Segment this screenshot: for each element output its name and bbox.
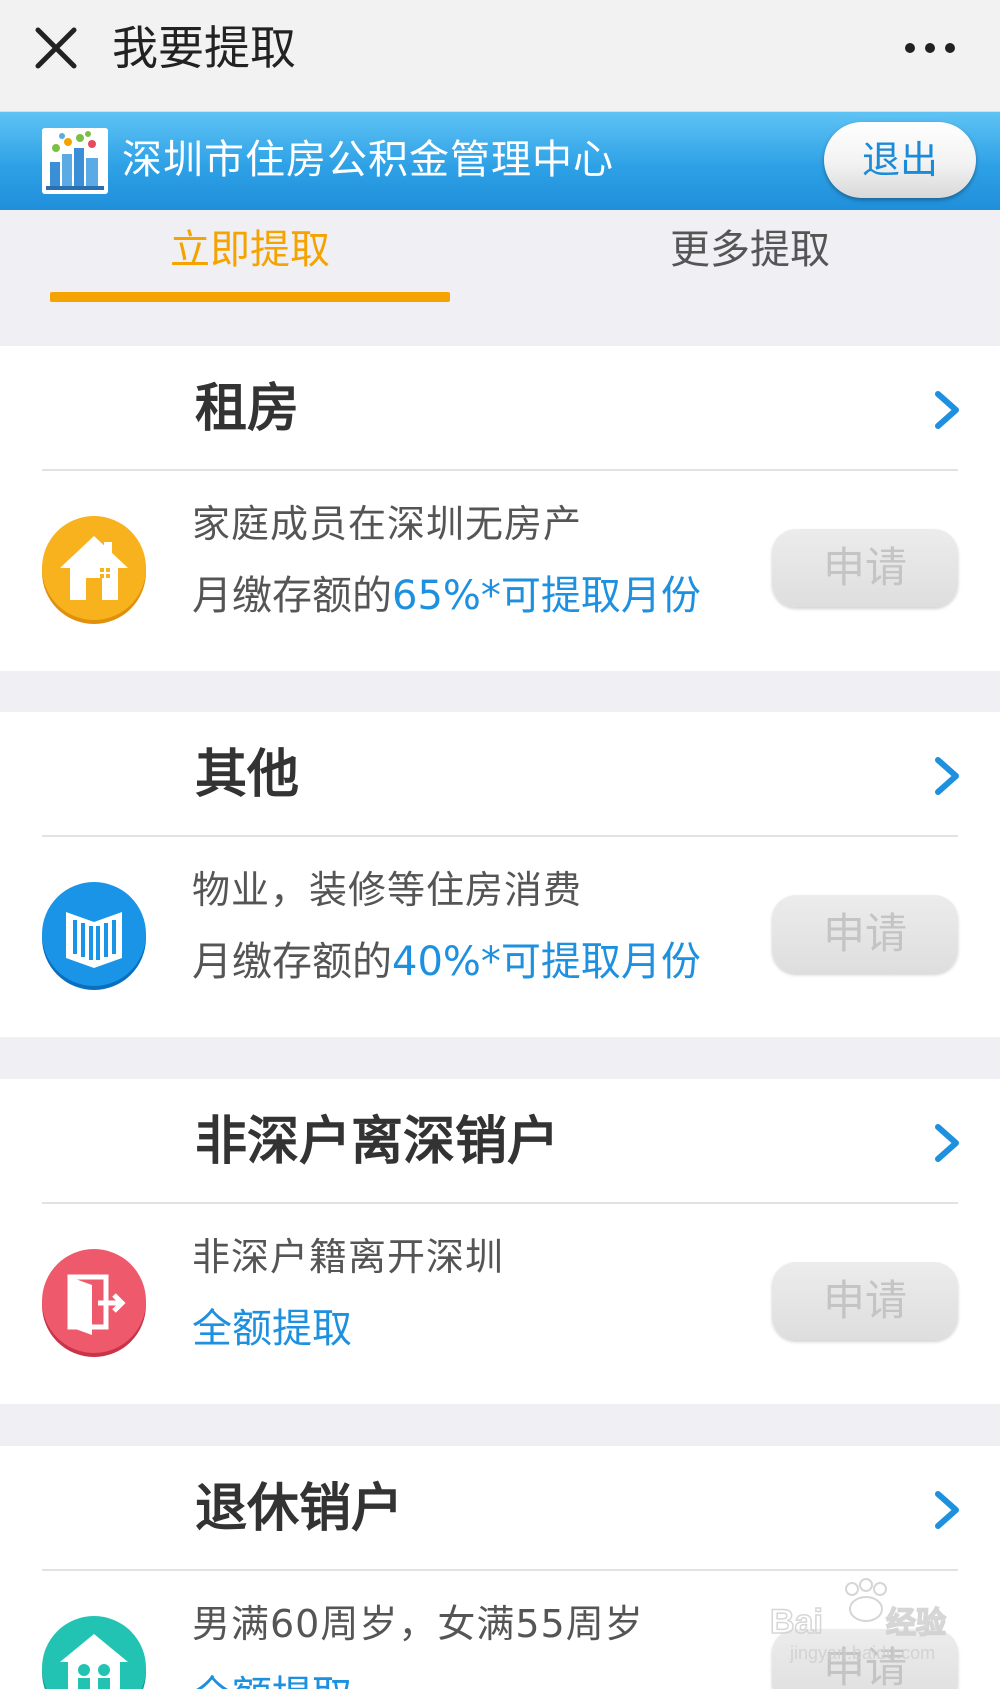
chevron-right-icon — [935, 1491, 959, 1529]
card-title: 非深户离深销户 — [195, 1112, 560, 1172]
amount-highlight: 40%*可提取月份 — [392, 939, 701, 985]
active-tab-indicator — [50, 292, 450, 302]
card-header-rent[interactable]: 租房 — [0, 346, 1000, 469]
exit-door-icon — [42, 1249, 146, 1357]
card-header-retirement[interactable]: 退休销户 — [0, 1446, 1000, 1569]
card-description: 家庭成员在深圳无房产 — [192, 502, 583, 546]
divider — [42, 1202, 958, 1204]
close-icon[interactable] — [30, 22, 82, 74]
book-icon — [42, 882, 146, 990]
card-amount-rule: 全额提取 — [192, 1299, 352, 1359]
card-header-leave-shenzhen[interactable]: 非深户离深销户 — [0, 1079, 1000, 1202]
logout-button[interactable]: 退出 — [824, 122, 976, 198]
card-amount-rule: 月缴存额的65%*可提取月份 — [192, 566, 701, 626]
card-amount-rule: 月缴存额的40%*可提取月份 — [192, 932, 701, 992]
apply-button[interactable]: 申请 — [772, 1262, 958, 1340]
agency-logo-icon — [42, 128, 108, 194]
svg-text:Bai: Bai — [770, 1603, 823, 1641]
tab-more-withdrawals[interactable]: 更多提取 — [550, 210, 950, 306]
card-header-other[interactable]: 其他 — [0, 712, 1000, 835]
withdraw-card-other: 其他 物业，装修等住房消费 月缴存额的40%*可提取月份 申请 — [0, 712, 1000, 1037]
card-description: 非深户籍离开深圳 — [192, 1235, 505, 1279]
withdraw-card-rent: 租房 家庭成员在深圳无房产 月缴存额的65%*可提取月份 申请 — [0, 346, 1000, 671]
svg-text:jingyan.baidu.com: jingyan.baidu.com — [789, 1643, 935, 1663]
house-icon — [42, 516, 146, 624]
card-description: 男满60周岁，女满55周岁 — [192, 1602, 644, 1646]
chevron-right-icon — [935, 757, 959, 795]
divider — [42, 835, 958, 837]
amount-highlight: 全额提取 — [192, 1673, 352, 1689]
amount-prefix: 月缴存额的 — [192, 573, 392, 619]
top-bar: 我要提取 — [0, 0, 1000, 112]
apply-button[interactable]: 申请 — [772, 529, 958, 607]
more-options-icon[interactable] — [900, 30, 960, 70]
card-title: 退休销户 — [195, 1479, 404, 1539]
elderly-home-icon — [42, 1616, 146, 1689]
apply-button[interactable]: 申请 — [772, 895, 958, 973]
divider — [42, 1569, 958, 1571]
amount-prefix: 月缴存额的 — [192, 939, 392, 985]
agency-header: 深圳市住房公积金管理中心 退出 — [0, 112, 1000, 210]
page-title: 我要提取 — [112, 21, 296, 75]
amount-highlight: 65%*可提取月份 — [392, 573, 701, 619]
withdraw-card-leave-shenzhen: 非深户离深销户 非深户籍离开深圳 全额提取 申请 — [0, 1079, 1000, 1404]
chevron-right-icon — [935, 1124, 959, 1162]
amount-highlight: 全额提取 — [192, 1306, 352, 1352]
agency-name: 深圳市住房公积金管理中心 — [122, 137, 614, 183]
card-amount-rule: 全额提取 — [192, 1666, 352, 1689]
divider — [42, 469, 958, 471]
card-description: 物业，装修等住房消费 — [192, 868, 583, 912]
chevron-right-icon — [935, 391, 959, 429]
card-title: 其他 — [195, 745, 300, 805]
svg-text:经验: 经验 — [886, 1606, 946, 1641]
baidu-jingyan-watermark-icon: Bai 经验 jingyan.baidu.com — [769, 1578, 947, 1663]
card-title: 租房 — [195, 379, 300, 439]
